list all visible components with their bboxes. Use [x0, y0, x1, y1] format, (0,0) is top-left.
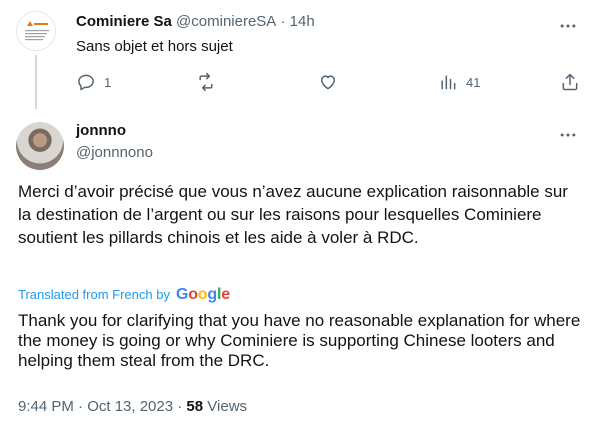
parent-author-line: Cominiere Sa @cominiereSA · 14h	[76, 12, 315, 32]
main-more-icon[interactable]	[558, 125, 578, 145]
share-button[interactable]	[560, 72, 580, 92]
main-tweet-text: Merci d’avoir précisé que vous n’avez au…	[18, 182, 568, 247]
views-label: Views	[207, 398, 248, 415]
parent-tweet-time[interactable]: · 14h	[280, 13, 314, 30]
parent-author-handle[interactable]: @cominiereSA	[176, 13, 276, 30]
retweet-button[interactable]	[196, 72, 216, 92]
translated-label: Translated from French by	[18, 287, 170, 302]
analytics-button[interactable]: 41	[438, 72, 480, 92]
more-icon	[560, 133, 576, 137]
reply-count: 1	[104, 74, 112, 90]
google-logo: Google	[175, 286, 230, 303]
like-icon	[321, 75, 335, 90]
view-count: 41	[466, 74, 481, 90]
tweet-metadata: 9:44 PM · Oct 13, 2023 · 58 Views	[18, 397, 247, 417]
views-count: 58	[186, 398, 204, 415]
retweet-icon	[199, 72, 213, 92]
parent-tweet-text: Sans objet et hors sujet	[76, 38, 233, 55]
main-author-handle[interactable]: @jonnnono	[76, 143, 153, 163]
more-icon	[560, 24, 576, 28]
translation-attribution[interactable]: Translated from French by Google	[18, 286, 230, 304]
reply-icon	[78, 74, 94, 91]
parent-more-icon[interactable]	[558, 16, 578, 36]
parent-author-name[interactable]: Cominiere Sa	[76, 13, 172, 30]
main-author-avatar[interactable]	[16, 122, 64, 170]
parent-avatar[interactable]	[16, 11, 56, 51]
share-icon	[562, 73, 578, 91]
like-button[interactable]	[318, 72, 338, 92]
tweet-timestamp[interactable]: 9:44 PM · Oct 13, 2023 ·	[18, 398, 186, 415]
translated-tweet-text: Thank you for clarifying that you have n…	[18, 311, 581, 370]
cominiere-logo-icon	[17, 12, 55, 50]
thread-connector-line	[35, 55, 37, 109]
reply-button[interactable]: 1	[76, 72, 111, 92]
analytics-icon	[441, 75, 456, 90]
main-author-name[interactable]: jonnno	[76, 121, 126, 141]
